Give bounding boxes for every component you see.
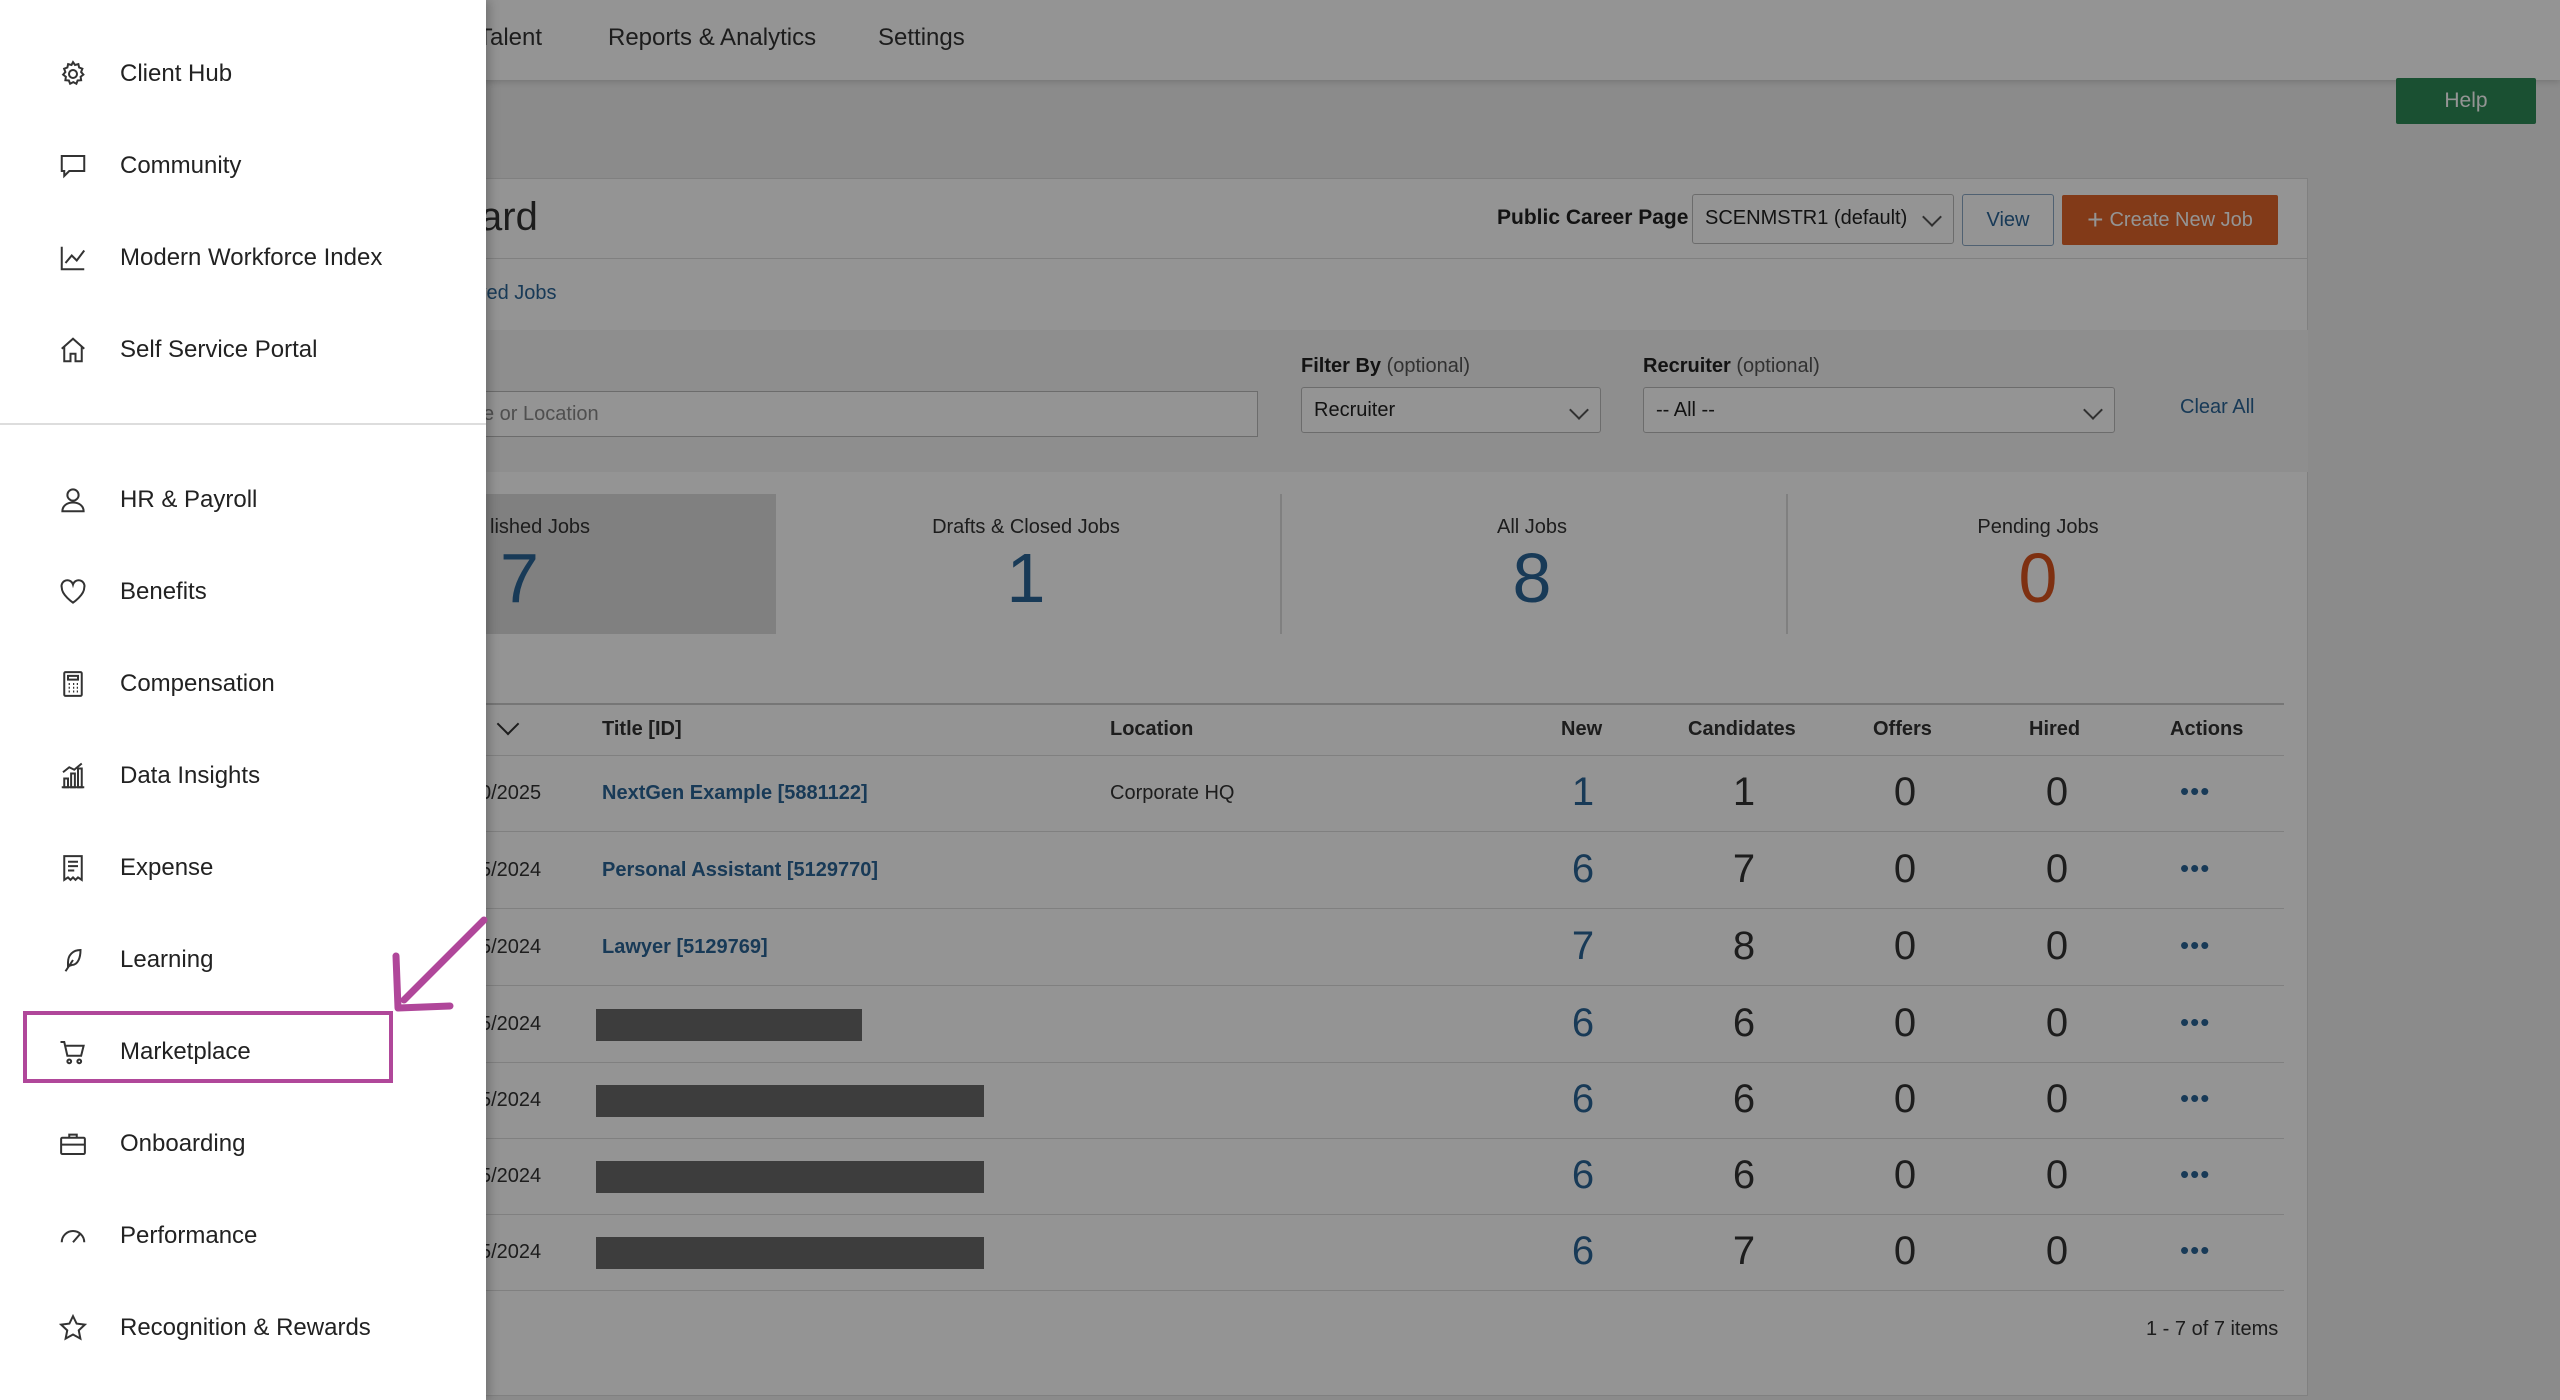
menu-item-expense[interactable]: Expense	[0, 832, 486, 902]
star-icon	[58, 1313, 88, 1341]
menu-item-client-hub[interactable]: Client Hub	[0, 38, 486, 108]
menu-item-recognition-rewards[interactable]: Recognition & Rewards	[0, 1292, 486, 1362]
heart-icon	[60, 579, 86, 604]
menu-item-label: Modern Workforce Index	[120, 244, 383, 271]
chat-icon	[60, 155, 86, 179]
menu-item-data-insights[interactable]: Data Insights	[0, 740, 486, 810]
menu-item-label: Community	[120, 152, 242, 179]
menu-item-performance[interactable]: Performance	[0, 1200, 486, 1270]
menu-item-compensation[interactable]: Compensation	[0, 648, 486, 718]
menu-item-label: Data Insights	[120, 762, 261, 789]
menu-item-label: Learning	[120, 946, 214, 973]
menu-item-label: HR & Payroll	[120, 486, 258, 513]
menu-item-modern-workforce-index[interactable]: Modern Workforce Index	[0, 222, 486, 292]
menu-item-hr-payroll[interactable]: HR & Payroll	[0, 464, 486, 534]
menu-item-community[interactable]: Community	[0, 130, 486, 200]
menu-item-benefits[interactable]: Benefits	[0, 556, 486, 626]
menu-item-onboarding[interactable]: Onboarding	[0, 1108, 486, 1178]
app-switcher-drawer: Client Hub Community Modern Workforce In…	[0, 0, 486, 1400]
bar-chart-icon	[61, 762, 85, 789]
home-icon	[61, 337, 85, 363]
marketplace-highlight-box	[23, 1011, 393, 1083]
menu-item-label: Expense	[120, 854, 214, 881]
briefcase-icon	[60, 1133, 86, 1155]
gear-icon	[61, 60, 85, 86]
receipt-icon	[63, 855, 83, 882]
menu-item-label: Recognition & Rewards	[120, 1314, 371, 1341]
gauge-icon	[60, 1230, 86, 1243]
menu-item-label: Performance	[120, 1222, 258, 1249]
drawer-divider	[0, 423, 486, 425]
menu-item-label: Self Service Portal	[120, 336, 318, 363]
line-chart-icon	[60, 246, 86, 271]
menu-item-label: Onboarding	[120, 1130, 246, 1157]
menu-item-label: Compensation	[120, 670, 275, 697]
menu-item-label: Client Hub	[120, 60, 233, 87]
feather-icon	[64, 948, 82, 972]
person-icon	[61, 488, 85, 513]
menu-item-self-service-portal[interactable]: Self Service Portal	[0, 314, 486, 384]
pointer-arrow-icon	[392, 916, 488, 1012]
calculator-icon	[63, 671, 83, 697]
menu-item-label: Benefits	[120, 578, 207, 605]
